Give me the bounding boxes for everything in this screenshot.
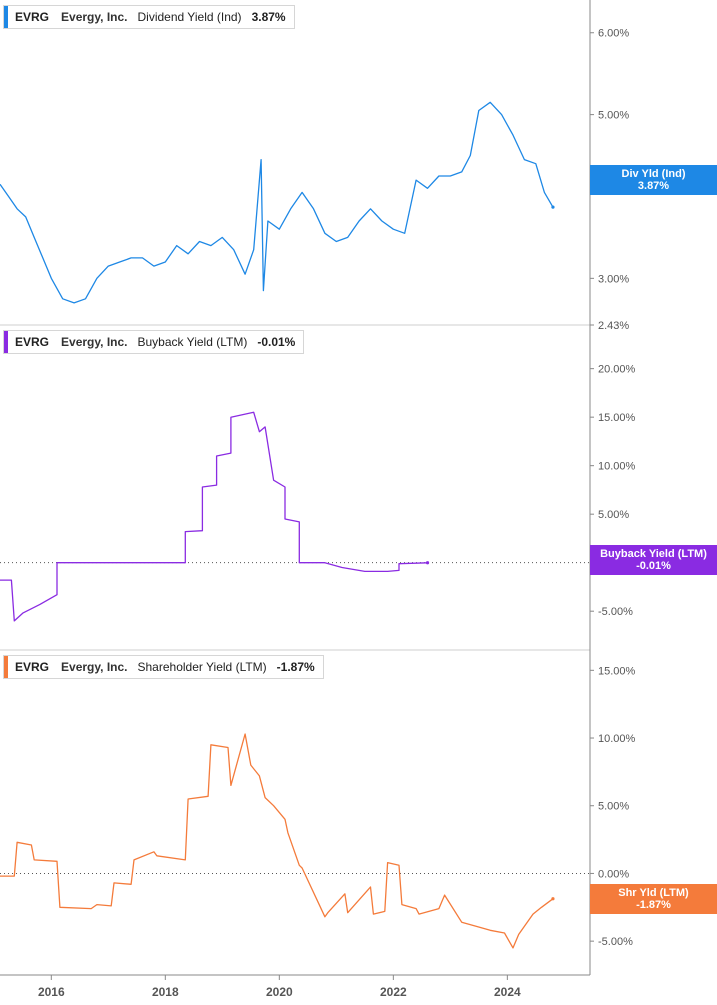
callout-value: -1.87% [636,899,671,911]
y-tick-label: 15.00% [598,665,636,677]
legend-metric: Shareholder Yield (LTM) [137,660,267,674]
last-point-marker [551,205,555,209]
legend-value: -0.01% [257,335,296,349]
callout-label: Div Yld (Ind) [621,168,686,180]
callout-label: Buyback Yield (LTM) [600,548,707,560]
y-tick-label: 6.00% [598,28,629,40]
legend-metric: Dividend Yield (Ind) [137,10,242,24]
y-tick-label: 15.00% [598,412,636,424]
series-line [0,101,554,304]
legend-ticker: EVRG [15,660,50,674]
x-tick-label: 2024 [494,985,521,999]
legend-buyback-yield[interactable]: EVRG Evergy, Inc. Buyback Yield (LTM) -0… [3,330,305,354]
legend-shareholder-yield[interactable]: EVRG Evergy, Inc. Shareholder Yield (LTM… [3,655,324,679]
x-tick-label: 2022 [380,985,407,999]
legend-company: Evergy, Inc. [61,10,128,24]
last-value-callout-shareholder: Shr Yld (LTM) -1.87% [590,884,717,914]
y-tick-label: 10.00% [598,733,636,745]
series-line [0,411,428,622]
y-tick-label: 10.00% [598,461,636,473]
y-tick-label: -5.00% [598,606,633,618]
y-tick-label: 20.00% [598,364,636,376]
legend-value: 3.87% [251,10,286,24]
y-tick-label: 5.00% [598,509,629,521]
callout-value: -0.01% [636,560,671,572]
series-color-swatch [4,331,8,353]
callout-value: 3.87% [637,180,670,192]
last-value-callout-buyback: Buyback Yield (LTM) -0.01% [590,545,717,575]
y-tick-label: 3.00% [598,273,629,285]
legend-ticker: EVRG [15,335,50,349]
legend-value: -1.87% [276,660,315,674]
x-tick-label: 2016 [38,985,65,999]
legend-company: Evergy, Inc. [61,335,128,349]
y-tick-label: 2.43% [598,320,629,332]
last-point-marker [551,897,555,901]
y-tick-label: 5.00% [598,110,629,122]
last-point-marker [425,561,430,565]
series-color-swatch [4,6,8,28]
y-tick-label: -5.00% [598,936,633,948]
callout-label: Shr Yld (LTM) [618,887,689,899]
legend-dividend-yield[interactable]: EVRG Evergy, Inc. Dividend Yield (Ind) 3… [3,5,295,29]
y-tick-label: 0.00% [598,868,629,880]
chart-canvas: 6.00% 5.00% 3.00% 2.43% 20.00% 15.00% 10.00% 5.… [0,0,636,999]
y-tick-label: 5.00% [598,801,629,813]
last-value-callout-dividend: Div Yld (Ind) 3.87% [590,165,717,195]
legend-metric: Buyback Yield (LTM) [137,335,248,349]
series-line [0,733,554,949]
x-tick-label: 2020 [266,985,293,999]
series-color-swatch [4,656,8,678]
x-tick-label: 2018 [152,985,179,999]
legend-company: Evergy, Inc. [61,660,128,674]
legend-ticker: EVRG [15,10,50,24]
